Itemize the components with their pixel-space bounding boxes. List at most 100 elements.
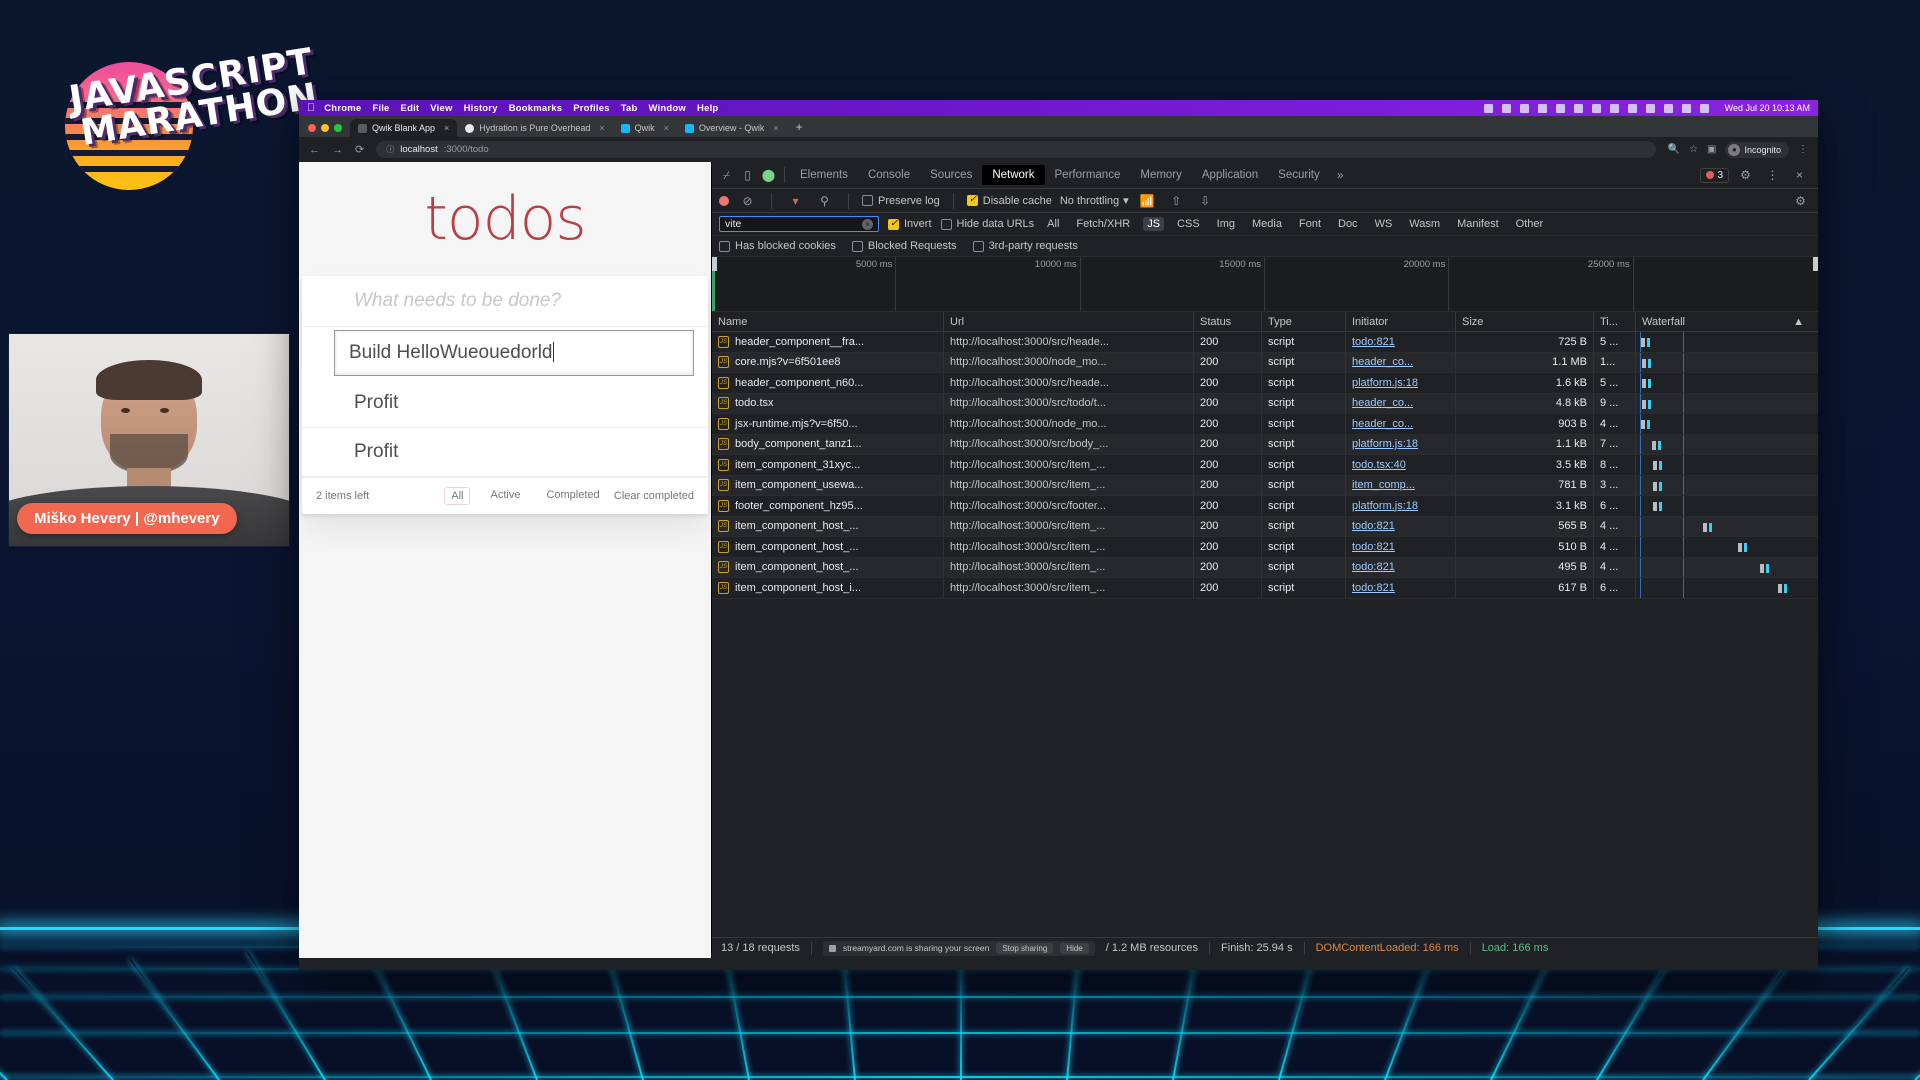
table-row[interactable]: JS item_component_usewa... http://localhos… — [712, 475, 1818, 496]
table-row[interactable]: JS footer_component_hz95... http://localho… — [712, 496, 1818, 517]
dropbox-icon[interactable] — [1573, 103, 1583, 113]
overview-handle-right[interactable] — [1813, 257, 1818, 271]
type-filter-css[interactable]: CSS — [1173, 217, 1204, 231]
battery-icon[interactable] — [1645, 103, 1655, 113]
column-header-time[interactable]: Ti... — [1594, 312, 1636, 331]
todo-item-1[interactable]: Profit — [302, 428, 708, 477]
gear-icon[interactable]: ⚙ — [1790, 190, 1811, 211]
type-filter-media[interactable]: Media — [1248, 217, 1286, 231]
cell-name[interactable]: JS item_component_host_... — [712, 537, 944, 557]
tab-performance[interactable]: Performance — [1045, 165, 1131, 185]
table-row[interactable]: JS item_component_31xyc... http://localhos… — [712, 455, 1818, 476]
table-row[interactable]: JS header_component_n60... http://localhos… — [712, 373, 1818, 394]
error-count-badge[interactable]: 3 — [1700, 167, 1729, 183]
menu-item-profiles[interactable]: Profiles — [573, 103, 609, 114]
table-header-row[interactable]: Name Url Status Type Initiator Size Ti..… — [712, 312, 1818, 332]
display-icon[interactable] — [1555, 103, 1565, 113]
cell-initiator[interactable]: header_co... — [1346, 414, 1456, 434]
menu-bar-tray[interactable]: Wed Jul 20 10:13 AM — [1483, 103, 1810, 113]
zoom-icon[interactable]: 🔍 — [1668, 144, 1680, 155]
table-row[interactable]: JS todo.tsx http://localhost:3000/src/todo… — [712, 393, 1818, 414]
cell-waterfall[interactable] — [1636, 393, 1818, 413]
resource-type-filters[interactable]: All Fetch/XHR JS CSS Img Media Font Doc … — [1043, 217, 1547, 231]
cell-name[interactable]: JS body_component_tanz1... — [712, 434, 944, 454]
blocked-requests-checkbox[interactable]: Blocked Requests — [851, 240, 957, 252]
table-row[interactable]: JS jsx-runtime.mjs?v=6f50... http://localh… — [712, 414, 1818, 435]
menu-item-help[interactable]: Help — [697, 103, 718, 114]
type-filter-js[interactable]: JS — [1143, 217, 1165, 231]
type-filter-wasm[interactable]: Wasm — [1405, 217, 1444, 231]
overview-handle-left[interactable] — [712, 257, 717, 271]
chevron-double-right-icon[interactable]: » — [1330, 165, 1351, 186]
type-filter-font[interactable]: Font — [1295, 217, 1325, 231]
menu-bar-clock[interactable]: Wed Jul 20 10:13 AM — [1725, 103, 1810, 113]
cell-initiator[interactable]: item_comp... — [1346, 475, 1456, 495]
qwik-devtools-icon[interactable]: ⬤ — [758, 165, 779, 186]
close-tab-icon[interactable]: × — [664, 123, 669, 133]
cell-name[interactable]: JS item_component_host_... — [712, 516, 944, 536]
table-row[interactable]: JS item_component_host_... http://localhos… — [712, 537, 1818, 558]
minimize-window-button[interactable] — [321, 124, 329, 132]
network-extra-filter-bar[interactable]: Has blocked cookies Blocked Requests 3rd… — [712, 236, 1818, 257]
kebab-menu-icon[interactable]: ⋮ — [1762, 165, 1783, 186]
cell-initiator[interactable]: platform.js:18 — [1346, 434, 1456, 454]
filter-all[interactable]: All — [444, 487, 471, 505]
cell-name[interactable]: JS jsx-runtime.mjs?v=6f50... — [712, 414, 944, 434]
side-panel-icon[interactable]: ▣ — [1707, 144, 1716, 155]
close-tab-icon[interactable]: × — [599, 123, 604, 133]
filter-completed[interactable]: Completed — [540, 487, 605, 505]
todo-filters[interactable]: All Active Completed — [436, 487, 614, 505]
type-filter-fetch-xhr[interactable]: Fetch/XHR — [1072, 217, 1134, 231]
table-row[interactable]: JS item_component_host_i... http://localho… — [712, 578, 1818, 599]
menu-item-window[interactable]: Window — [649, 103, 687, 114]
column-header-status[interactable]: Status — [1194, 312, 1262, 331]
omnibox-actions[interactable]: 🔍 ☆ ▣ ● Incognito ⋮ — [1668, 141, 1808, 158]
clock-icon[interactable] — [1519, 103, 1529, 113]
screen-share-icon[interactable] — [1483, 103, 1493, 113]
menu-item-view[interactable]: View — [430, 103, 452, 114]
new-tab-button[interactable]: + — [787, 120, 812, 137]
cell-initiator[interactable]: header_co... — [1346, 352, 1456, 372]
cell-name[interactable]: JS todo.tsx — [712, 393, 944, 413]
close-tab-icon[interactable]: × — [773, 123, 778, 133]
close-window-button[interactable] — [308, 124, 316, 132]
bluetooth-icon[interactable] — [1591, 103, 1601, 113]
cell-waterfall[interactable] — [1636, 455, 1818, 475]
menu-item-tab[interactable]: Tab — [621, 103, 638, 114]
devtools-tab-bar[interactable]: ⌿ ▯ ⬤ Elements Console Sources Network P… — [712, 162, 1818, 189]
disable-cache-checkbox[interactable]: Disable cache — [966, 194, 1052, 207]
cell-waterfall[interactable] — [1636, 557, 1818, 577]
tab-security[interactable]: Security — [1268, 165, 1330, 185]
cell-name[interactable]: JS core.mjs?v=6f501ee8 — [712, 352, 944, 372]
browser-tab-0[interactable]: Qwik Blank App × — [350, 119, 458, 137]
cell-waterfall[interactable] — [1636, 475, 1818, 495]
throttling-dropdown[interactable]: No throttling ▾ — [1060, 194, 1129, 208]
import-har-icon[interactable]: ⇧ — [1166, 190, 1187, 211]
hide-data-urls-checkbox[interactable]: Hide data URLs — [940, 218, 1034, 230]
column-header-url[interactable]: Url — [944, 312, 1194, 331]
has-blocked-cookies-checkbox[interactable]: Has blocked cookies — [719, 240, 836, 252]
maximize-window-button[interactable] — [334, 124, 342, 132]
cell-name[interactable]: JS item_component_usewa... — [712, 475, 944, 495]
cell-initiator[interactable]: platform.js:18 — [1346, 373, 1456, 393]
todo-edit-input[interactable]: Build HelloWueouedorld — [334, 330, 694, 376]
cell-name[interactable]: JS item_component_host_... — [712, 557, 944, 577]
column-header-waterfall[interactable]: Waterfall ▲ — [1636, 312, 1818, 331]
clear-icon[interactable]: ⊘ — [737, 190, 758, 211]
table-body[interactable]: JS header_component__fra... http://localho… — [712, 332, 1818, 937]
device-toolbar-icon[interactable]: ▯ — [737, 165, 758, 186]
stop-sharing-button[interactable]: Stop sharing — [996, 942, 1054, 954]
network-filter-bar[interactable]: vite × Invert Hide data URLs All Fetch/X… — [712, 213, 1818, 236]
clear-completed-button[interactable]: Clear completed — [614, 490, 694, 502]
spotlight-search-icon[interactable] — [1681, 103, 1691, 113]
cell-initiator[interactable]: todo:821 — [1346, 332, 1456, 352]
type-filter-other[interactable]: Other — [1512, 217, 1548, 231]
network-overview-timeline[interactable]: 5000 ms 10000 ms 15000 ms 20000 ms 25000 ms — [712, 257, 1818, 312]
cell-name[interactable]: JS header_component__fra... — [712, 332, 944, 352]
filter-active[interactable]: Active — [484, 487, 526, 505]
inspect-element-icon[interactable]: ⌿ — [716, 165, 737, 186]
menu-item-edit[interactable]: Edit — [401, 103, 420, 114]
filter-icon[interactable]: ▾ — [785, 190, 806, 211]
cell-initiator[interactable]: platform.js:18 — [1346, 496, 1456, 516]
tab-application[interactable]: Application — [1192, 165, 1268, 185]
